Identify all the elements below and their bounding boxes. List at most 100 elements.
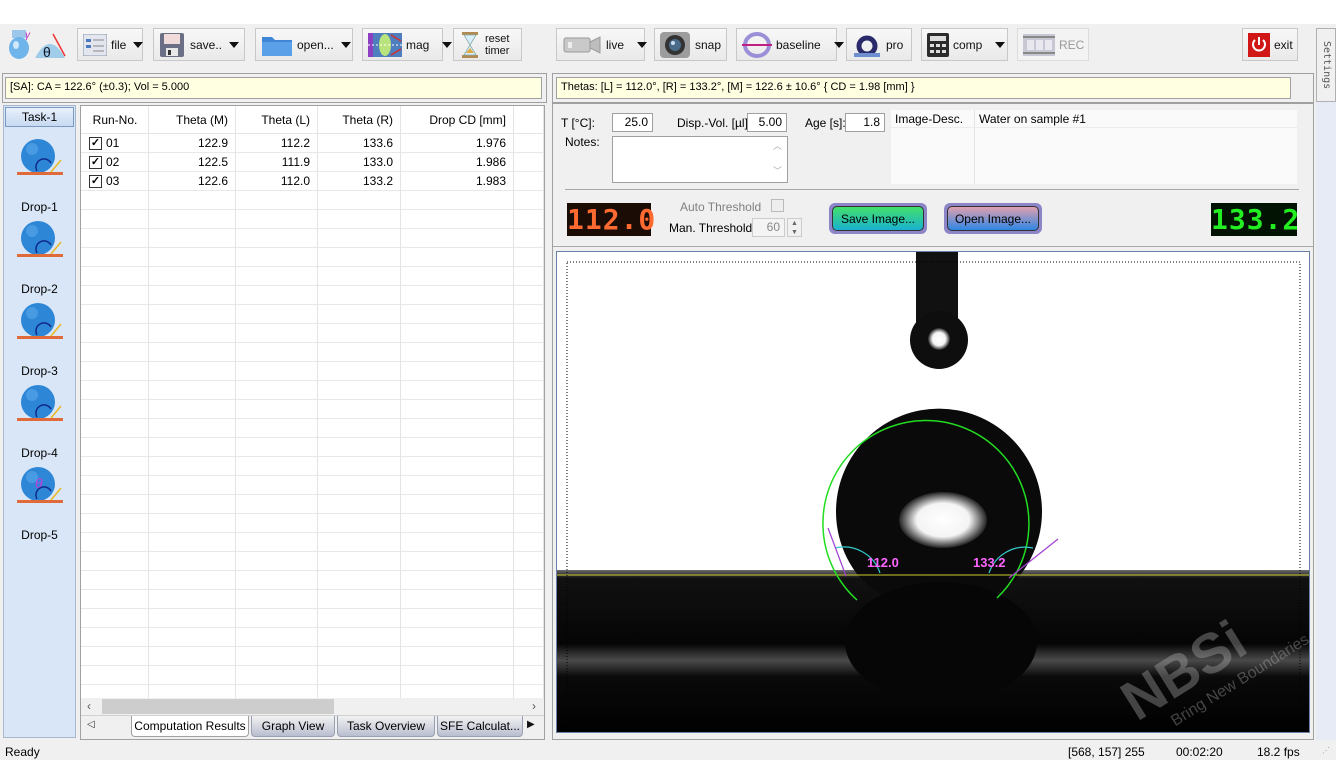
sidebar-drop-3[interactable]: Drop-3	[4, 302, 75, 382]
resize-grip-icon[interactable]: ⋰	[1322, 746, 1330, 755]
file-label: file	[111, 37, 127, 52]
table-cell	[514, 324, 544, 343]
right-angle-display: 133.2	[1211, 203, 1301, 236]
image-desc-value[interactable]: Water on sample #1	[979, 112, 1086, 126]
app-window: γ θ file save.. open... mag reset timer l…	[0, 0, 1336, 760]
table-row[interactable]: ✓ 02 122.5 111.9 133.0 1.986	[81, 153, 544, 172]
table-cell	[149, 590, 236, 609]
table-cell	[81, 191, 149, 210]
compute-button[interactable]: comp	[921, 28, 1008, 61]
tab-scroll-right-icon[interactable]: ▶	[527, 719, 535, 730]
table-cell	[401, 400, 514, 419]
temperature-label: T [°C]:	[561, 116, 595, 130]
manual-threshold-field[interactable]: 60	[752, 218, 785, 237]
column-header-filler[interactable]	[514, 106, 544, 134]
table-cell	[318, 666, 401, 685]
sidebar-drop-2[interactable]: Drop-2	[4, 220, 75, 300]
reset-timer-button[interactable]: reset timer	[453, 28, 522, 61]
table-row	[81, 552, 544, 571]
row-checkbox[interactable]: ✓	[89, 136, 102, 150]
sidebar-drop-5[interactable]: θ Drop-5	[4, 466, 75, 546]
column-header[interactable]: Theta (R)	[318, 106, 401, 134]
table-row	[81, 685, 544, 698]
spin-down-icon[interactable]: ▼	[791, 229, 798, 236]
column-header[interactable]: Drop CD [mm]	[401, 106, 514, 134]
table-cell	[81, 552, 149, 571]
table-cell	[514, 590, 544, 609]
drop-contact-angle-icon	[17, 139, 63, 175]
file-menu-button[interactable]: file	[77, 28, 144, 61]
camera-image-view[interactable]: 112.0 133.2 NBSi Bring New Boundaries	[556, 251, 1310, 733]
table-row[interactable]: ✓ 01 122.9 112.2 133.6 1.976	[81, 134, 544, 153]
auto-threshold-checkbox[interactable]	[771, 199, 784, 212]
table-cell	[236, 552, 318, 571]
table-cell	[401, 324, 514, 343]
exit-button[interactable]: exit	[1242, 28, 1298, 61]
open-menu-button[interactable]: open...	[255, 28, 353, 61]
sidebar-drop-1[interactable]: Drop-1	[4, 138, 75, 218]
threshold-spinner[interactable]: ▲ ▼	[787, 218, 802, 237]
live-button[interactable]: live	[556, 28, 648, 61]
surface-tension-icon[interactable]: γ	[6, 28, 32, 62]
column-header[interactable]: Run-No.	[81, 106, 149, 134]
table-cell: 122.9	[149, 134, 236, 153]
settings-side-tab[interactable]: Settings	[1316, 28, 1336, 102]
snap-button[interactable]: snap	[654, 28, 727, 61]
table-cell	[149, 248, 236, 267]
table-row[interactable]: ✓ 03 122.6 112.0 133.2 1.983	[81, 172, 544, 191]
spin-up-icon[interactable]: ▲	[791, 220, 798, 227]
scrollbar-thumb[interactable]	[102, 699, 334, 714]
horizontal-scrollbar[interactable]: ‹ ›	[81, 698, 544, 715]
table-cell	[401, 495, 514, 514]
table-row	[81, 229, 544, 248]
table-cell	[401, 210, 514, 229]
record-button[interactable]: REC	[1017, 28, 1089, 61]
row-checkbox[interactable]: ✓	[89, 155, 102, 169]
temperature-field[interactable]: 25.0	[612, 113, 653, 132]
tab-computation-results[interactable]: Computation Results	[131, 716, 249, 737]
open-image-button[interactable]: Open Image...	[944, 203, 1042, 234]
magnification-button[interactable]: mag	[362, 28, 453, 61]
profile-button[interactable]: pro	[846, 28, 912, 61]
tab-scroll-left-icon[interactable]: ◁	[87, 719, 95, 730]
table-cell	[236, 362, 318, 381]
notes-textarea[interactable]	[612, 136, 788, 183]
column-header[interactable]: Theta (L)	[236, 106, 318, 134]
table-cell: 1.983	[401, 172, 514, 191]
notes-scroll-up-icon[interactable]: ︿	[773, 139, 782, 152]
scroll-right-arrow-icon[interactable]: ›	[532, 699, 536, 713]
column-header[interactable]: Theta (M)	[149, 106, 236, 134]
tab-graph-view[interactable]: Graph View	[251, 716, 335, 737]
image-desc-label: Image-Desc.	[895, 112, 964, 126]
row-checkbox[interactable]: ✓	[89, 174, 102, 188]
save-image-button[interactable]: Save Image...	[829, 203, 927, 234]
tab-task-overview[interactable]: Task Overview	[337, 716, 435, 737]
age-field[interactable]: 1.8	[845, 113, 885, 132]
task-tab[interactable]: Task-1	[5, 107, 74, 127]
save-menu-button[interactable]: save..	[153, 28, 245, 61]
chevron-down-icon	[340, 41, 351, 48]
scroll-left-arrow-icon[interactable]: ‹	[87, 699, 91, 713]
drop-label: Drop-2	[21, 282, 58, 296]
reset-timer-label: reset timer	[485, 33, 509, 57]
table-cell: ✓ 01	[81, 134, 149, 153]
table-cell	[318, 685, 401, 698]
age-label: Age [s]:	[805, 116, 846, 130]
run-number: 02	[106, 155, 120, 169]
table-cell	[236, 324, 318, 343]
contact-angle-icon[interactable]: θ	[33, 30, 67, 60]
baseline-button[interactable]: baseline	[736, 28, 844, 61]
table-cell	[236, 267, 318, 286]
table-cell	[236, 533, 318, 552]
sidebar-drop-4[interactable]: Drop-4	[4, 384, 75, 464]
notes-scroll-down-icon[interactable]: ﹀	[773, 164, 782, 177]
table-cell	[149, 666, 236, 685]
table-cell	[81, 533, 149, 552]
tab-sfe-calculat[interactable]: SFE Calculat...	[437, 716, 523, 737]
table-cell	[401, 628, 514, 647]
table-row	[81, 590, 544, 609]
volume-field[interactable]: 5.00	[747, 113, 787, 132]
table-cell	[236, 381, 318, 400]
table-cell	[401, 419, 514, 438]
table-cell	[401, 647, 514, 666]
